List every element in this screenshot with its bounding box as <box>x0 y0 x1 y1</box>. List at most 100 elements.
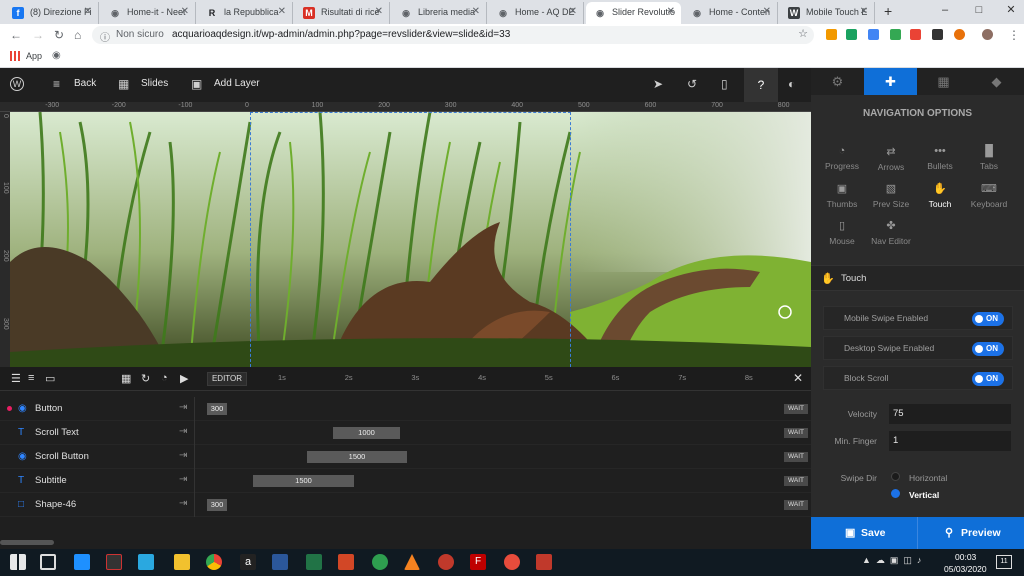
radio-vertical[interactable] <box>891 489 900 498</box>
layer-name[interactable]: Subtitle <box>35 475 67 486</box>
collapse-arrow-icon[interactable]: ⇥ <box>179 426 187 437</box>
extension-icon[interactable] <box>846 29 857 40</box>
min-finger-input[interactable]: 1 <box>889 431 1011 451</box>
tab-layers[interactable]: ◆ <box>970 68 1023 95</box>
back-arrow-icon[interactable]: ← <box>10 28 22 42</box>
contrast-icon[interactable]: ◐ <box>788 77 795 91</box>
animation-bar[interactable]: 1000 <box>333 427 400 439</box>
clock-time[interactable]: 00:03 <box>955 552 976 562</box>
close-window-button[interactable]: ✕ <box>994 0 1024 22</box>
vlc-icon[interactable] <box>404 554 420 570</box>
address-bar[interactable]: ⓘ Non sicuro acquarioaqdesign.it/wp-admi… <box>92 26 814 44</box>
close-tab-icon[interactable]: ✕ <box>763 2 771 22</box>
star-icon[interactable]: ☆ <box>798 27 808 40</box>
start-time-badge[interactable]: 300 <box>207 403 227 415</box>
loop-icon[interactable]: ↻ <box>141 372 150 385</box>
wait-badge[interactable]: WAIT <box>784 428 808 438</box>
layer-name[interactable]: Shape-46 <box>35 499 76 510</box>
app-icon[interactable] <box>106 554 122 570</box>
nav-option-mouse[interactable]: ▯ Mouse <box>817 219 867 246</box>
layer-name[interactable]: Scroll Text <box>35 427 79 438</box>
nav-option-thumbs[interactable]: ▣ Thumbs <box>817 182 867 209</box>
file-explorer-icon[interactable] <box>174 554 190 570</box>
close-tab-icon[interactable]: ✕ <box>472 2 480 22</box>
minimize-button[interactable]: – <box>928 0 962 22</box>
clock-date[interactable]: 05/03/2020 <box>944 564 987 574</box>
wait-badge[interactable]: WAIT <box>784 476 808 486</box>
notifications-icon[interactable]: 11 <box>996 555 1012 569</box>
editor-label[interactable]: EDITOR <box>207 372 247 386</box>
browser-tab[interactable]: ◉ Home-it - Neet ✕ <box>101 2 196 24</box>
maximize-button[interactable]: □ <box>962 0 996 22</box>
play-icon[interactable]: ▶ <box>180 372 188 385</box>
forward-arrow-icon[interactable]: → <box>32 28 44 42</box>
close-tab-icon[interactable]: ✕ <box>375 2 383 22</box>
close-tab-icon[interactable]: ✕ <box>667 2 675 22</box>
slides-icon[interactable]: ▦ <box>118 77 129 91</box>
radio-horizontal-label[interactable]: Horizontal <box>909 473 947 483</box>
nav-option-arrows[interactable]: ⇄ Arrows <box>866 145 916 172</box>
amazon-icon[interactable]: a <box>240 554 256 570</box>
layer-name[interactable]: Scroll Button <box>35 451 89 462</box>
mobile-device-icon[interactable]: ▯ <box>721 77 728 91</box>
radio-vertical-label[interactable]: Vertical <box>909 490 939 500</box>
folder-icon[interactable]: ▭ <box>45 372 55 385</box>
help-button[interactable]: ? <box>744 68 778 102</box>
menu-icon[interactable]: ≡ <box>53 77 60 91</box>
timer-icon[interactable]: ◔ <box>161 372 168 384</box>
layer-name[interactable]: Button <box>35 403 62 414</box>
tab-settings[interactable]: ⚙ <box>811 68 864 95</box>
app-icon[interactable] <box>504 554 520 570</box>
nav-option-nav-editor[interactable]: ✤ Nav Editor <box>866 219 916 246</box>
close-icon[interactable]: ✕ <box>793 371 803 385</box>
tab-slides[interactable]: ▦ <box>917 68 970 95</box>
collapse-arrow-icon[interactable]: ⇥ <box>179 402 187 413</box>
velocity-input[interactable]: 75 <box>889 404 1011 424</box>
app-icon[interactable] <box>536 554 552 570</box>
nav-option-keyboard[interactable]: ⌨ Keyboard <box>964 182 1014 209</box>
layer-row[interactable]: □ Shape-46 ⇥ 300 WAIT <box>0 493 811 517</box>
app-icon[interactable] <box>372 554 388 570</box>
list-icon[interactable]: ≡ <box>28 372 34 384</box>
avatar[interactable] <box>982 29 993 40</box>
layers-icon[interactable]: ☰ <box>11 372 21 385</box>
toggle-switch[interactable]: ON <box>972 372 1004 386</box>
layer-row[interactable]: T Scroll Text ⇥ 1000 WAIT <box>0 421 811 445</box>
download-icon[interactable] <box>932 29 943 40</box>
cursor-icon[interactable]: ➤ <box>653 77 663 91</box>
nav-option-touch[interactable]: ✋ Touch <box>915 182 965 209</box>
radio-horizontal[interactable] <box>891 472 900 481</box>
url-text[interactable]: acquarioaqdesign.it/wp-admin/admin.php?p… <box>172 29 510 40</box>
browser-tab[interactable]: ◉ Slider Revolutio ✕ <box>586 2 681 24</box>
extension-icon[interactable] <box>954 29 965 40</box>
slide-canvas[interactable] <box>10 112 811 367</box>
info-icon[interactable]: ⓘ <box>100 29 110 44</box>
save-button[interactable]: Save <box>861 517 886 549</box>
start-time-badge[interactable]: 300 <box>207 499 227 511</box>
nav-option-bullets[interactable]: ••• Bullets <box>915 145 965 171</box>
extension-icon[interactable] <box>890 29 901 40</box>
layer-row[interactable]: ◉ Scroll Button ⇥ 1500 WAIT <box>0 445 811 469</box>
close-tab-icon[interactable]: ✕ <box>84 2 92 22</box>
excel-icon[interactable] <box>306 554 322 570</box>
layer-row[interactable]: T Subtitle ⇥ 1500 WAIT <box>0 469 811 493</box>
preview-button[interactable]: Preview <box>961 517 1001 549</box>
toggle-switch[interactable]: ON <box>972 342 1004 356</box>
layer-row[interactable]: ◉ Button ⇥ 300 WAIT <box>0 397 811 421</box>
word-icon[interactable] <box>272 554 288 570</box>
filezilla-icon[interactable]: F <box>470 554 486 570</box>
wait-badge[interactable]: WAIT <box>784 500 808 510</box>
browser-tab[interactable]: Rla Repubblica ✕ <box>198 2 293 24</box>
back-button[interactable]: Back <box>74 78 96 89</box>
browser-tab[interactable]: W Mobile Touch E ✕ <box>780 2 875 24</box>
collapse-arrow-icon[interactable]: ⇥ <box>179 450 187 461</box>
close-tab-icon[interactable]: ✕ <box>181 2 189 22</box>
task-view-icon[interactable] <box>40 554 56 570</box>
animation-bar[interactable]: 1500 <box>253 475 354 487</box>
reload-icon[interactable]: ↻ <box>54 28 64 42</box>
app-icon[interactable] <box>438 554 454 570</box>
add-layer-icon[interactable]: ▣ <box>191 77 202 91</box>
save-icon[interactable]: ▣ <box>845 517 855 549</box>
browser-tab[interactable]: f (8) Direzione Fi ✕ <box>4 2 99 24</box>
close-tab-icon[interactable]: ✕ <box>278 2 286 22</box>
